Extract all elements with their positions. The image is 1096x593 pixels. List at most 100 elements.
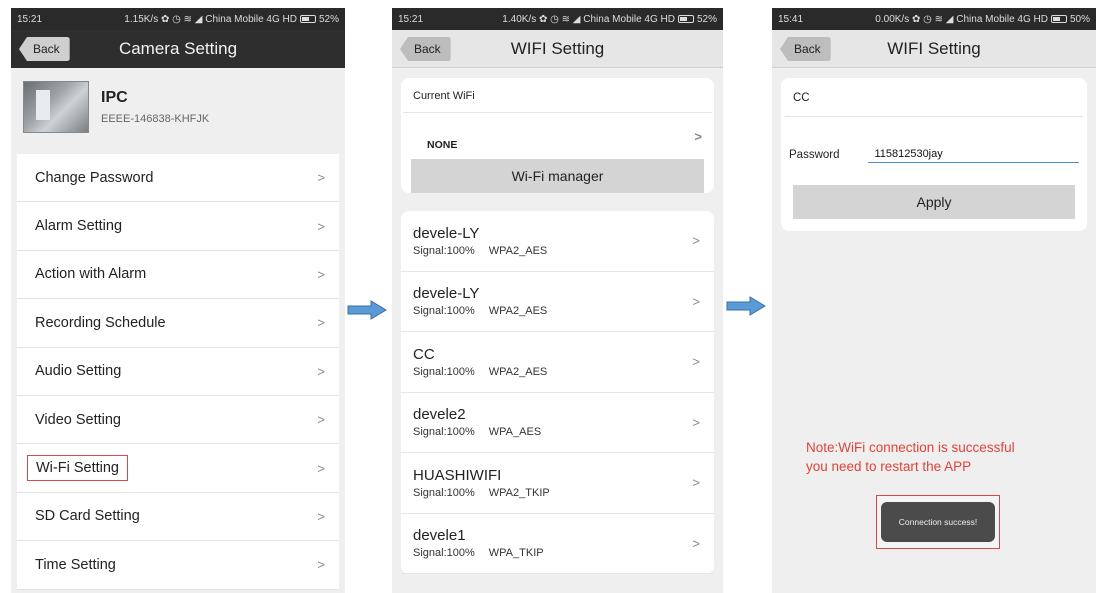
status-time: 15:41 [778,13,804,25]
status-info: 1.40K/s ✿ ◷ ≋ ◢ China Mobile 4G HD [502,13,675,25]
current-wifi-value: NONE [427,139,458,151]
wifi-network-item[interactable]: CC Signal:100% WPA2_AES > [401,332,714,393]
wifi-network-list: devele-LY Signal:100% WPA2_AES > devele-L… [401,211,714,574]
status-time: 15:21 [398,13,424,25]
network-security: WPA2_AES [488,244,548,257]
network-ssid: devele-LY [413,224,480,242]
chevron-right-icon: > [317,412,325,428]
back-button[interactable]: Back [400,37,451,61]
menu-item-change-password[interactable]: Change Password > [17,154,339,203]
network-signal: Signal:100% [413,426,475,439]
password-label: Password [789,149,840,161]
page-title: Camera Setting [118,39,238,58]
menu-item-audio-setting[interactable]: Audio Setting > [17,348,339,396]
note-line-2: you need to restart the APP [806,459,972,474]
device-header: IPC EEEE-146838-KHFJK [11,68,345,146]
network-security: WPA2_AES [488,365,548,378]
chevron-right-icon: > [317,218,325,234]
network-signal: Signal:100% [413,305,475,318]
note-line-1: Note:WiFi connection is successful [806,440,1015,455]
wifi-manager-button[interactable]: Wi-Fi manager [411,159,704,193]
nav-bar: Back WIFI Setting [772,30,1096,68]
chevron-right-icon: > [317,508,325,524]
chevron-right-icon: > [317,170,325,186]
connection-toast: Connection success! [881,502,995,542]
status-info: 0.00K/s ✿ ◷ ≋ ◢ China Mobile 4G HD [875,13,1048,25]
menu-item-label-highlighted: Wi-Fi Setting [27,455,128,482]
selected-ssid: CC [785,78,1083,117]
battery-icon [299,15,316,23]
network-security: WPA2_TKIP [488,486,550,499]
network-security: WPA_AES [488,426,542,439]
apply-button[interactable]: Apply [793,185,1075,219]
back-button[interactable]: Back [19,37,70,61]
battery-icon [677,15,694,23]
toast-highlight: Connection success! [876,495,1000,549]
menu-item-label: Alarm Setting [35,218,123,235]
network-ssid: CC [413,345,435,363]
chevron-right-icon: > [317,557,325,573]
page-title: WIFI Setting [887,38,981,58]
current-wifi-label: Current WiFi [403,78,712,113]
chevron-right-icon: > [317,460,325,476]
camera-thumbnail [23,81,89,133]
menu-item-label: SD Card Setting [35,508,140,525]
password-input[interactable] [868,147,1079,163]
chevron-right-icon: > [692,535,700,551]
network-ssid: HUASHIWIFI [413,466,502,484]
chevron-right-icon: > [692,475,700,491]
wifi-network-item[interactable]: devele-LY Signal:100% WPA2_AES > [401,272,714,332]
wifi-network-item[interactable]: devele2 Signal:100% WPA_AES > [401,393,714,453]
menu-item-label: Action with Alarm [35,266,147,283]
page-title: WIFI Setting [510,38,605,58]
wifi-network-item[interactable]: HUASHIWIFI Signal:100% WPA2_TKIP > [401,453,714,514]
chevron-right-icon: > [317,363,325,379]
settings-menu: Change Password > Alarm Setting > Action… [17,154,339,590]
menu-item-alarm-setting[interactable]: Alarm Setting > [17,202,339,251]
menu-item-wifi-setting[interactable]: Wi-Fi Setting > [17,444,339,493]
chevron-right-icon: > [694,128,702,144]
nav-bar: Back WIFI Setting [392,30,723,68]
battery-level: 52% [318,13,339,25]
network-ssid: devele-LY [413,285,480,303]
network-signal: Signal:100% [413,547,475,560]
current-wifi-card: Current WiFi NONE > Wi-Fi manager [401,78,714,193]
menu-item-time-setting[interactable]: Time Setting > [17,541,339,590]
wifi-network-item[interactable]: devele1 Signal:100% WPA_TKIP > [401,514,714,574]
menu-item-label: Video Setting [35,411,121,428]
arrow-right-icon [726,296,766,316]
device-id: EEEE-146838-KHFJK [101,113,210,125]
arrow-right-icon [347,300,387,320]
current-wifi-row[interactable]: NONE > [401,113,714,157]
menu-item-sd-card-setting[interactable]: SD Card Setting > [17,493,339,542]
menu-item-action-with-alarm[interactable]: Action with Alarm > [17,251,339,300]
status-bar: 15:21 1.15K/s ✿ ◷ ≋ ◢ China Mobile 4G HD… [11,8,345,30]
chevron-right-icon: > [692,414,700,430]
network-security: WPA_TKIP [488,547,544,560]
chevron-right-icon: > [317,315,325,331]
network-signal: Signal:100% [413,486,475,499]
battery-level: 52% [696,13,717,25]
network-ssid: devele1 [413,527,466,545]
success-note: Note:WiFi connection is successful you n… [806,438,1086,476]
battery-icon [1050,15,1067,23]
battery-level: 50% [1069,13,1090,25]
menu-item-label: Time Setting [35,556,116,573]
chevron-right-icon: > [692,293,700,309]
device-name: IPC [101,89,128,106]
wifi-list-screen: 15:21 1.40K/s ✿ ◷ ≋ ◢ China Mobile 4G HD… [392,8,723,593]
password-row: Password [781,117,1087,171]
status-info: 1.15K/s ✿ ◷ ≋ ◢ China Mobile 4G HD [124,13,297,25]
status-time: 15:21 [17,13,43,25]
back-button[interactable]: Back [780,37,831,61]
wifi-network-item[interactable]: devele-LY Signal:100% WPA2_AES > [401,211,714,272]
chevron-right-icon: > [317,266,325,282]
menu-item-recording-schedule[interactable]: Recording Schedule > [17,299,339,348]
menu-item-label: Recording Schedule [35,314,166,331]
menu-item-label: Change Password [35,169,154,186]
chevron-right-icon: > [692,233,700,249]
menu-item-video-setting[interactable]: Video Setting > [17,396,339,445]
wifi-password-screen: 15:41 0.00K/s ✿ ◷ ≋ ◢ China Mobile 4G HD… [772,8,1096,593]
network-security: WPA2_AES [488,305,548,318]
nav-bar: Back Camera Setting [11,30,345,68]
